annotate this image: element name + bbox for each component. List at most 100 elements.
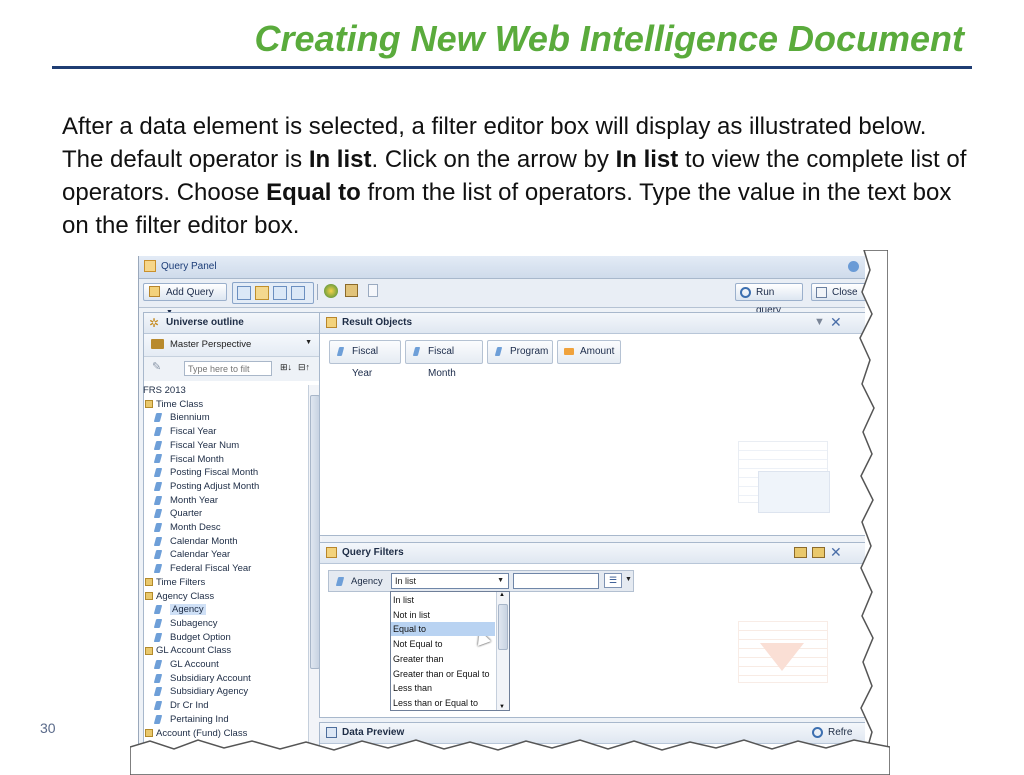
tree-item[interactable]: Federal Fiscal Year: [153, 562, 251, 575]
tree-item[interactable]: GL Account Class: [145, 644, 231, 657]
query-panel-screenshot: Query Panel Add Query ▼ Run query Close: [138, 256, 865, 750]
dimension-icon: [153, 687, 163, 697]
run-query-icon: [740, 287, 751, 298]
tree-item[interactable]: Fiscal Month: [153, 453, 224, 466]
operator-chevron-icon[interactable]: ▼: [497, 577, 504, 584]
value-options-chevron-icon[interactable]: ▼: [625, 576, 632, 583]
result-object-button[interactable]: Fiscal Month: [405, 340, 483, 379]
measure-icon: [564, 348, 574, 355]
add-query-button[interactable]: Add Query ▼: [143, 283, 227, 316]
query-filters-title: Query Filters: [342, 547, 404, 558]
combined-query-icon[interactable]: [324, 284, 338, 298]
tree-item-label: Month Desc: [170, 522, 221, 533]
query-panel-icon: [144, 260, 156, 272]
operator-option[interactable]: Not in list: [393, 608, 430, 622]
operator-option[interactable]: Less than: [393, 681, 432, 695]
run-query-button[interactable]: Run query: [735, 283, 803, 316]
dimension-icon: [153, 454, 163, 464]
tree-item[interactable]: Pertaining Ind: [153, 713, 229, 726]
operator-dropdown-list: ▲ ▼ In list Not in list Equal to Not Equal …: [390, 591, 510, 711]
filter-objects-icon[interactable]: ✎: [152, 362, 166, 373]
outline-view-icon[interactable]: [237, 286, 251, 300]
objects-view-icon[interactable]: [255, 286, 269, 300]
tree-item[interactable]: GL Account: [153, 658, 219, 671]
operator-option[interactable]: Not Equal to: [393, 637, 443, 651]
tree-item[interactable]: Calendar Month: [153, 535, 238, 548]
remove-filters-icon[interactable]: ✕: [830, 544, 842, 561]
preview-view-icon[interactable]: [291, 286, 305, 300]
tree-item[interactable]: Time Filters: [145, 576, 205, 589]
slide-title: Creating New Web Intelligence Document: [254, 18, 964, 59]
operator-option[interactable]: In list: [393, 593, 414, 607]
operator-option[interactable]: Greater than or Equal to: [393, 667, 490, 681]
tree-item[interactable]: Posting Adjust Month: [153, 480, 260, 493]
tree-item[interactable]: Subagency: [153, 617, 218, 630]
universe-icon: ✲: [149, 316, 160, 330]
perspective-folder-icon: [151, 339, 164, 349]
operator-option[interactable]: Greater than: [393, 652, 444, 666]
result-objects-title: Result Objects: [342, 317, 413, 328]
operator-option[interactable]: Equal to: [391, 622, 495, 637]
perspective-label: Master Perspective: [170, 339, 252, 350]
tree-item-label: Subsidiary Agency: [170, 686, 249, 698]
dimension-icon: [153, 564, 163, 574]
remove-all-icon[interactable]: ✕: [830, 314, 842, 331]
collapse-all-icon[interactable]: ⊟↑: [298, 362, 310, 373]
filter-field-label: Agency: [351, 576, 383, 587]
operator-scroll-thumb[interactable]: [498, 604, 508, 650]
operator-select[interactable]: In list ▼: [391, 573, 509, 589]
operator-dropdown-scrollbar[interactable]: ▲ ▼: [496, 592, 509, 710]
filter-editor: Agency In list ▼ ☰ ▼: [328, 570, 634, 592]
view-script-icon[interactable]: [368, 284, 378, 297]
tree-item[interactable]: Agency: [153, 603, 206, 616]
filter-value-input[interactable]: [513, 573, 599, 589]
tree-item-label: Subsidiary Account: [170, 672, 251, 684]
result-objects-header: Result Objects ▼ ✕: [320, 313, 865, 334]
operator-value: In list: [395, 576, 417, 586]
result-object-button[interactable]: Program: [487, 340, 553, 364]
value-list-icon[interactable]: ☰: [604, 573, 622, 588]
tree-item[interactable]: Time Class: [145, 398, 203, 411]
dimension-icon: [153, 536, 163, 546]
tree-item[interactable]: Agency Class: [145, 590, 214, 603]
tree-item[interactable]: Subsidiary Agency: [153, 685, 249, 698]
tree-item[interactable]: FRS 2013: [143, 384, 186, 397]
result-object-button[interactable]: Amount: [557, 340, 621, 364]
instruction-paragraph: After a data element is selected, a filt…: [62, 110, 972, 242]
operator-option[interactable]: Less than or Equal to: [393, 696, 478, 710]
filters-view-icon[interactable]: [273, 286, 287, 300]
tree-item[interactable]: Budget Option: [153, 631, 231, 644]
query-properties-icon[interactable]: [345, 284, 358, 297]
tree-item[interactable]: Month Year: [153, 494, 219, 507]
tree-item[interactable]: Fiscal Year: [153, 425, 216, 438]
tree-item[interactable]: Quarter: [153, 507, 202, 520]
instruction-bold-equal-to: Equal to: [266, 179, 361, 206]
tree-item-label: Month Year: [170, 494, 219, 506]
instruction-bold-in-list: In list: [308, 146, 372, 173]
tree-item[interactable]: Biennium: [153, 411, 210, 424]
add-subquery-icon[interactable]: [812, 547, 825, 558]
tree-item-label: Posting Adjust Month: [170, 480, 260, 492]
tree-item[interactable]: Fiscal Year Num: [153, 439, 240, 452]
tree-item-label: Pertaining Ind: [170, 713, 229, 725]
result-objects-watermark: [738, 441, 830, 521]
scroll-up-icon[interactable]: ▲: [499, 592, 505, 598]
add-filter-icon[interactable]: [794, 547, 807, 558]
perspective-select[interactable]: Master Perspective ▼: [144, 334, 320, 357]
tree-item[interactable]: Dr Cr Ind: [153, 699, 209, 712]
dimension-icon: [153, 714, 163, 724]
scroll-down-icon[interactable]: ▼: [499, 704, 505, 710]
folder-icon: [145, 591, 153, 600]
tree-item[interactable]: Subsidiary Account: [153, 672, 251, 685]
tree-item-label: Fiscal Year Num: [170, 439, 240, 451]
tree-item-label: Calendar Month: [170, 535, 238, 547]
dimension-icon: [153, 701, 163, 711]
tree-item-label: FRS 2013: [143, 385, 186, 396]
expand-all-icon[interactable]: ⊞↓: [280, 362, 292, 373]
tree-item[interactable]: Posting Fiscal Month: [153, 466, 258, 479]
tree-item[interactable]: Month Desc: [153, 521, 221, 534]
funnel-icon[interactable]: ▼: [814, 316, 825, 328]
universe-search-input[interactable]: [184, 361, 272, 376]
result-object-button[interactable]: Fiscal Year: [329, 340, 401, 379]
tree-item[interactable]: Calendar Year: [153, 548, 230, 561]
